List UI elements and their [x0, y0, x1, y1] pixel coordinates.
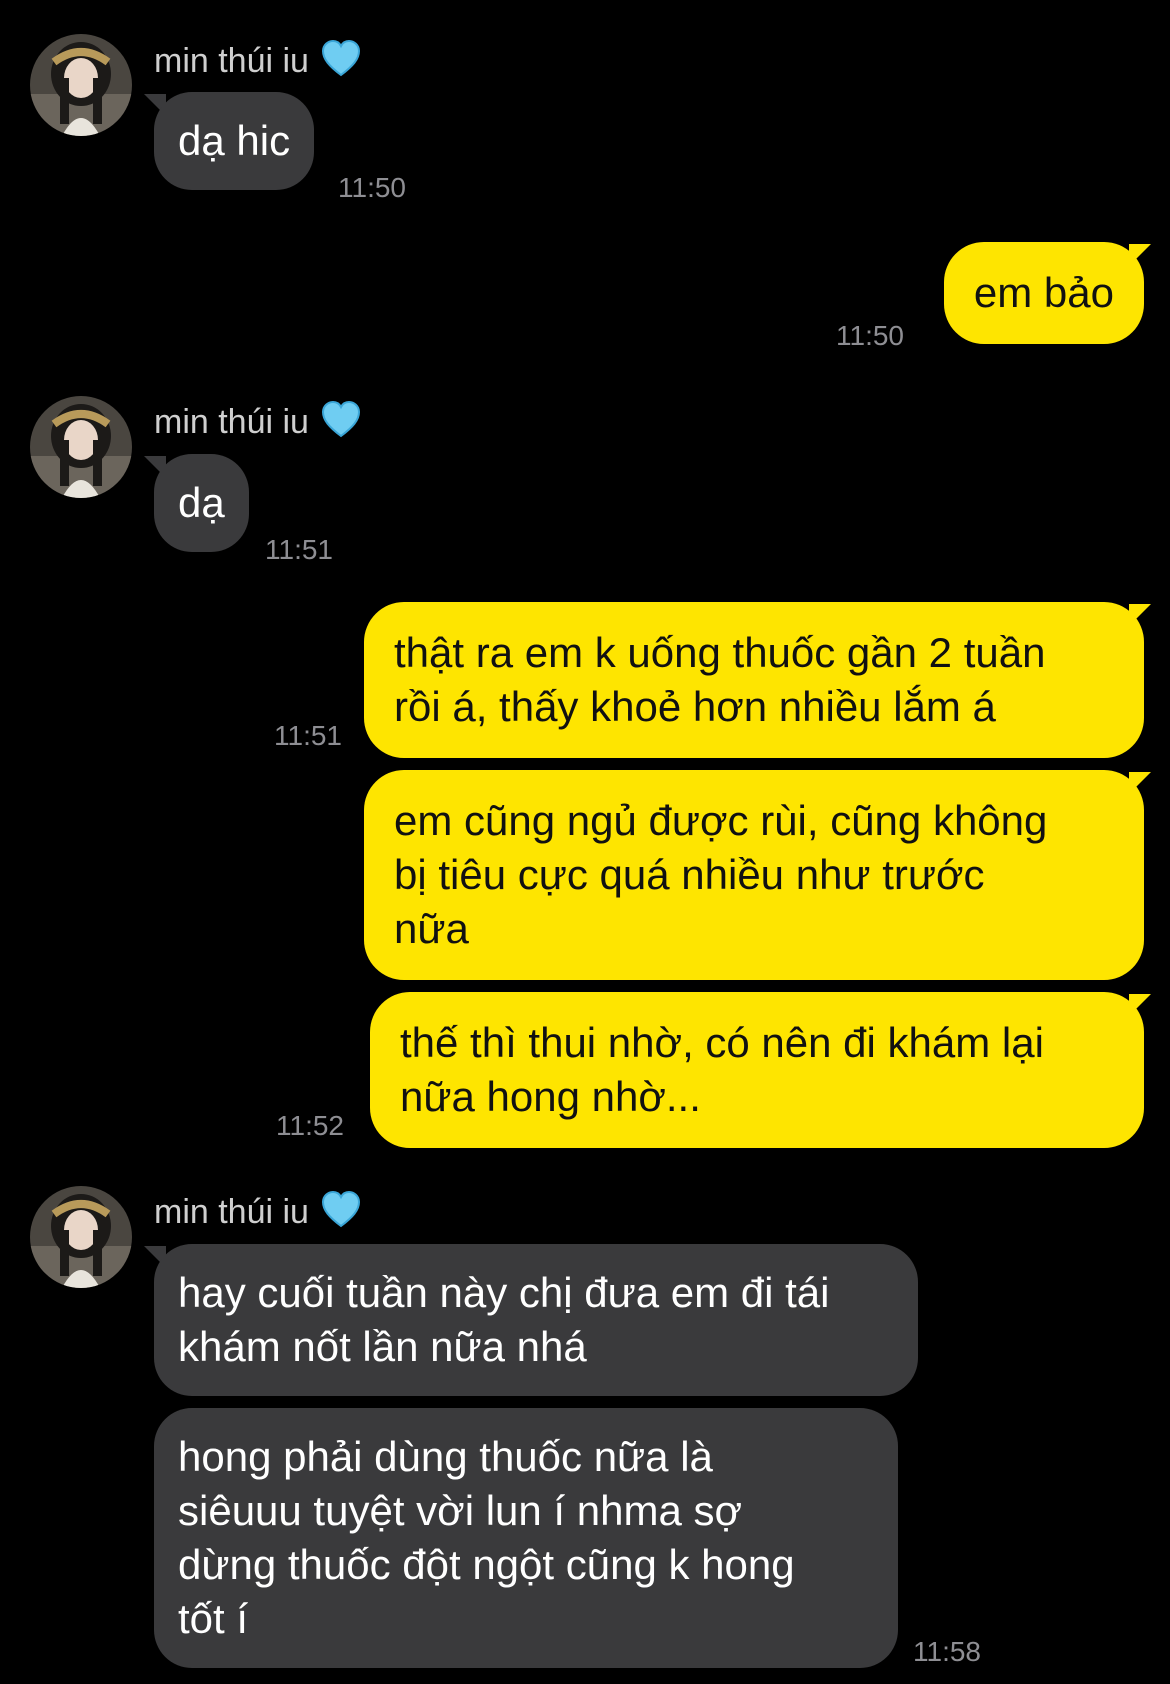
contact-avatar[interactable]: [30, 396, 132, 498]
contact-avatar[interactable]: [30, 1186, 132, 1288]
light-blue-heart-icon: [321, 1191, 360, 1228]
message-timestamp: 11:51: [265, 534, 333, 565]
message-bubble[interactable]: thế thì thui nhờ, có nên đi khám lại nữa…: [370, 992, 1144, 1148]
sender-name: min thúi iu: [154, 40, 361, 81]
message-bubble[interactable]: dạ: [154, 454, 249, 552]
sender-name: min thúi iu: [154, 401, 361, 442]
light-blue-heart-icon: [321, 401, 360, 438]
message-bubble[interactable]: em cũng ngủ được rùi, cũng không bị tiêu…: [364, 770, 1144, 980]
message-bubble[interactable]: hong phải dùng thuốc nữa là siêuuu tuyệt…: [154, 1408, 898, 1668]
message-bubble[interactable]: hay cuối tuần này chị đưa em đi tái khám…: [154, 1244, 918, 1396]
message-bubble[interactable]: em bảo: [943, 242, 1144, 344]
message-timestamp: 11:58: [913, 1636, 981, 1667]
message-bubble[interactable]: thật ra em k uống thuốc gần 2 tuần rồi á…: [364, 602, 1144, 758]
message-bubble[interactable]: dạ hic: [154, 92, 315, 190]
message-timestamp: 11:52: [276, 1110, 344, 1141]
light-blue-heart-icon: [321, 40, 360, 77]
contact-avatar[interactable]: [30, 34, 132, 136]
sender-name: min thúi iu: [154, 1191, 361, 1232]
message-timestamp: 11:50: [836, 320, 904, 351]
message-timestamp: 11:51: [274, 720, 342, 751]
message-timestamp: 11:50: [338, 172, 406, 203]
